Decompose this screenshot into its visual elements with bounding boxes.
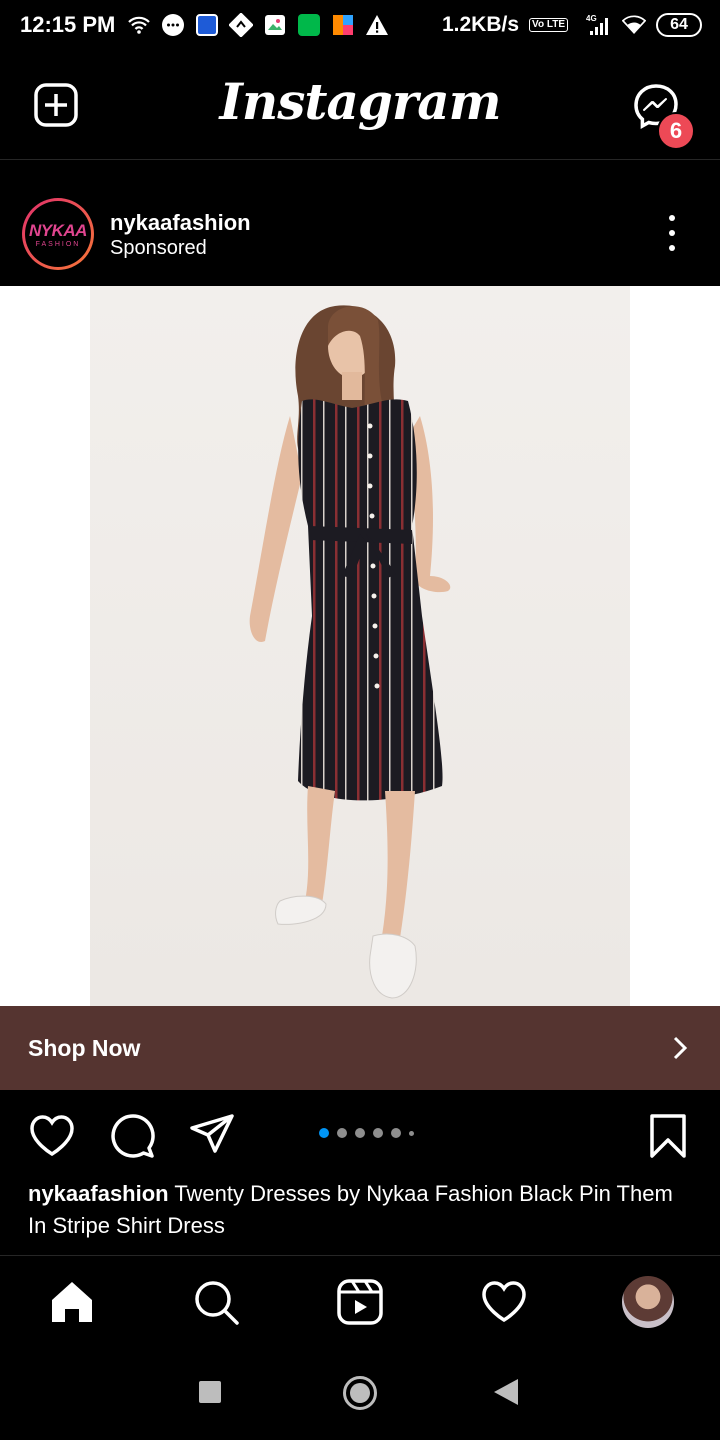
instagram-logo: Instagram — [219, 72, 502, 131]
carousel-dot — [355, 1128, 365, 1138]
notification-icons — [127, 13, 389, 37]
avatar-logo: NYKAA FASHION — [25, 201, 91, 267]
nav-reels[interactable] — [334, 1276, 386, 1328]
nav-search[interactable] — [190, 1276, 242, 1328]
messenger-badge: 6 — [657, 112, 695, 150]
home-icon — [52, 1282, 92, 1322]
post-image[interactable] — [0, 286, 720, 1006]
send-icon — [190, 1114, 234, 1153]
product-photo — [90, 286, 630, 1006]
volte-badge: Vo LTE — [529, 18, 568, 32]
post-caption: nykaafashion Twenty Dresses by Nykaa Fas… — [28, 1178, 688, 1242]
iqiyi-notification-icon — [297, 13, 321, 37]
network-type-label: 4G — [586, 14, 597, 23]
heart-icon — [30, 1115, 74, 1157]
nav-activity[interactable] — [478, 1276, 530, 1328]
nav-profile[interactable] — [622, 1276, 674, 1328]
app-header: Instagram 6 — [0, 50, 720, 160]
circle-icon — [343, 1376, 377, 1410]
nav-home[interactable] — [46, 1276, 98, 1328]
search-icon — [195, 1281, 239, 1325]
comment-button[interactable] — [108, 1112, 156, 1160]
photos-notification-icon — [263, 13, 287, 37]
comment-icon — [111, 1114, 155, 1158]
recents-button[interactable] — [199, 1381, 221, 1408]
bookmark-icon — [650, 1114, 686, 1158]
model-dress-illustration — [249, 305, 451, 999]
post-username[interactable]: nykaafashion — [110, 210, 251, 236]
status-bar: 12:15 PM 1.2KB/s Vo LTE 4G 64 — [0, 0, 720, 50]
more-vertical-icon — [669, 215, 675, 221]
sponsored-label: Sponsored — [110, 237, 207, 259]
share-button[interactable] — [188, 1112, 236, 1160]
status-time: 12:15 PM — [20, 12, 116, 37]
bottom-nav — [0, 1255, 720, 1345]
shop-now-label: Shop Now — [28, 1034, 141, 1061]
signal-icon: 4G — [578, 13, 612, 37]
home-system-button[interactable] — [342, 1375, 378, 1416]
carousel-dot-active — [319, 1128, 329, 1138]
post-header: NYKAA FASHION nykaafashion Sponsored — [0, 180, 720, 286]
post-action-bar — [0, 1090, 720, 1180]
carousel-dot — [391, 1128, 401, 1138]
network-speed: 1.2KB/s — [441, 13, 520, 36]
avatar-logo-subtext: FASHION — [35, 240, 81, 248]
carousel-dot — [337, 1128, 347, 1138]
app-notification-icon — [195, 13, 219, 37]
profile-avatar — [622, 1276, 674, 1328]
save-button[interactable] — [644, 1112, 692, 1160]
gallery-notification-icon — [331, 13, 355, 37]
like-button[interactable] — [28, 1112, 76, 1160]
heart-icon — [482, 1281, 526, 1323]
back-triangle-icon — [494, 1379, 518, 1405]
wifi-notification-icon — [127, 13, 151, 37]
square-icon — [199, 1381, 221, 1403]
wifi-icon — [622, 13, 646, 37]
map-notification-icon — [229, 13, 254, 37]
carousel-dot — [373, 1128, 383, 1138]
caption-username[interactable]: nykaafashion — [28, 1181, 169, 1206]
avatar-logo-text: NYKAA — [29, 220, 87, 240]
chat-notification-icon — [161, 13, 185, 37]
more-options-button[interactable] — [660, 215, 684, 251]
carousel-indicator — [319, 1128, 414, 1138]
post-avatar[interactable]: NYKAA FASHION — [22, 198, 94, 270]
system-nav-bar — [0, 1345, 720, 1440]
chevron-right-icon — [673, 1036, 688, 1060]
carousel-dot — [409, 1130, 414, 1136]
reels-icon — [337, 1279, 383, 1325]
shop-now-cta[interactable]: Shop Now — [0, 1006, 720, 1090]
warning-notification-icon — [365, 13, 389, 37]
battery-indicator: 64 — [656, 13, 702, 37]
back-button[interactable] — [494, 1379, 518, 1410]
status-right: 1.2KB/s Vo LTE 4G 64 — [442, 13, 702, 37]
